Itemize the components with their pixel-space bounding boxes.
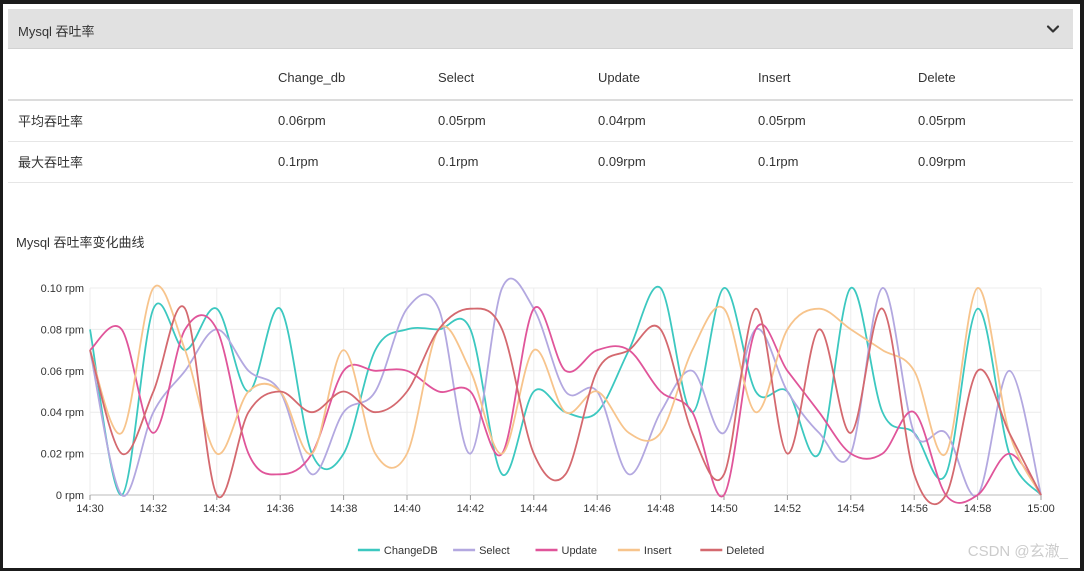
- table-row: 平均吞吐率 0.06rpm 0.05rpm 0.04rpm 0.05rpm 0.…: [8, 100, 1073, 141]
- legend-label-insert: Insert: [644, 545, 672, 557]
- x-tick-label: 14:54: [837, 503, 865, 515]
- panel-header[interactable]: Mysql 吞吐率: [8, 9, 1073, 49]
- table-cell: 0.05rpm: [438, 113, 486, 129]
- table-cell: 0.1rpm: [758, 154, 799, 169]
- table-header-update: Update: [598, 56, 758, 101]
- x-tick-label: 14:40: [393, 503, 421, 515]
- x-tick-label: 14:38: [330, 503, 358, 515]
- table-header-insert: Insert: [758, 56, 918, 101]
- table-cell: 0.09rpm: [918, 154, 966, 169]
- table-row: 最大吞吐率 0.1rpm 0.1rpm 0.09rpm 0.1rpm 0.09r…: [8, 141, 1073, 182]
- table-cell: 0.06rpm: [278, 113, 326, 129]
- chart-title: Mysql 吞吐率变化曲线: [16, 235, 145, 250]
- x-tick-label: 14:46: [583, 503, 611, 515]
- x-tick-label: 14:58: [964, 503, 992, 515]
- table-cell: 0.1rpm: [278, 154, 319, 169]
- chevron-down-icon[interactable]: [1045, 21, 1061, 37]
- x-tick-label: 14:50: [710, 503, 738, 515]
- throughput-line-chart: 0 rpm 0.02 rpm 0.04 rpm 0.06 rpm 0.08 rpm 0.1…: [41, 277, 1055, 557]
- legend-label-select: Select: [479, 545, 510, 557]
- table-cell: 0.05rpm: [918, 113, 966, 129]
- legend-label-changedb: ChangeDB: [384, 545, 438, 557]
- panel-title: Mysql 吞吐率: [18, 24, 95, 39]
- legend-label-deleted: Deleted: [726, 545, 764, 557]
- y-tick-label: 0.06 rpm: [41, 366, 84, 378]
- x-tick-label: 15:00: [1027, 503, 1055, 515]
- table-cell: 0.09rpm: [598, 154, 646, 169]
- table-cell: 0.04rpm: [598, 113, 646, 129]
- table-header-change-db: Change_db: [278, 56, 438, 101]
- y-tick-label: 0 rpm: [56, 490, 84, 502]
- x-tick-label: 14:52: [774, 503, 802, 515]
- table-cell: 0.1rpm: [438, 154, 479, 169]
- table-cell: 0.05rpm: [758, 113, 806, 129]
- x-tick-label: 14:48: [647, 503, 675, 515]
- x-tick-label: 14:32: [140, 503, 168, 515]
- row-label: 最大吞吐率: [18, 155, 84, 170]
- y-tick-label: 0.04 rpm: [41, 407, 84, 419]
- row-label: 平均吞吐率: [18, 114, 84, 130]
- x-tick-label: 14:42: [457, 503, 485, 515]
- table-header-blank: [8, 56, 278, 101]
- watermark: CSDN @玄澈_: [967, 543, 1068, 560]
- legend-label-update: Update: [562, 545, 597, 557]
- x-tick-label: 14:34: [203, 503, 231, 515]
- table-header-select: Select: [438, 56, 598, 101]
- y-tick-label: 0.10 rpm: [41, 283, 84, 295]
- table-header-row: Change_db Select Update Insert Delete: [8, 56, 1073, 101]
- x-tick-label: 14:56: [900, 503, 928, 515]
- table-header-delete: Delete: [918, 56, 1073, 101]
- y-tick-label: 0.02 rpm: [41, 449, 84, 461]
- x-tick-label: 14:44: [520, 503, 548, 515]
- throughput-table: Change_db Select Update Insert Delete 平均…: [8, 56, 1073, 183]
- series-line-deleted: [89, 305, 1042, 506]
- x-tick-label: 14:30: [76, 503, 104, 515]
- mysql-throughput-panel: Mysql 吞吐率 Change_db Select Update Insert…: [3, 4, 1080, 568]
- x-tick-label: 14:36: [266, 503, 294, 515]
- y-tick-label: 0.08 rpm: [41, 324, 84, 336]
